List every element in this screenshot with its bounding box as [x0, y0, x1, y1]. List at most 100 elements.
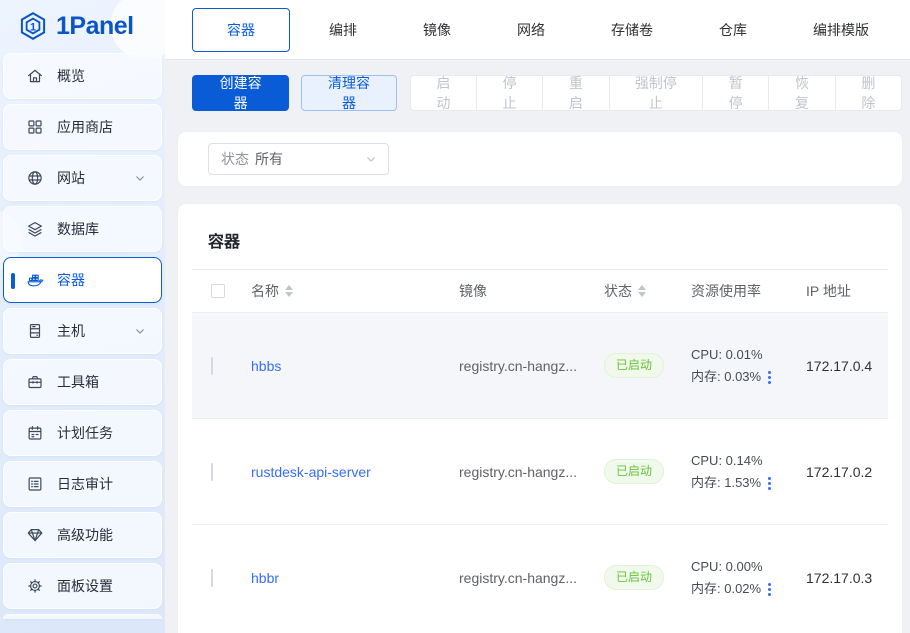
content-area: 创建容器 清理容器 启动 停止 重启 强制停止 暂停 恢复 删除 状态 所有 容… [165, 60, 910, 633]
sidebar-item-toolbox[interactable]: 工具箱 [3, 359, 162, 405]
start-button[interactable]: 启动 [409, 75, 477, 111]
cpu-usage: CPU: 0.00% [691, 558, 763, 574]
cpu-usage: CPU: 0.01% [691, 346, 763, 362]
row-checkbox[interactable] [211, 462, 213, 481]
sort-status-icon[interactable] [638, 285, 646, 297]
container-table-card: 容器 名称 镜像 状态 资源使用率 IP 地址 hbbs registry.cn… [178, 204, 902, 633]
tab-container[interactable]: 容器 [192, 7, 290, 52]
stop-button[interactable]: 停止 [476, 75, 544, 111]
sidebar-item-label: 容器 [57, 272, 85, 288]
chevron-down-icon [364, 152, 378, 166]
gear-icon [26, 577, 44, 595]
brand-logo: 1 1Panel [0, 0, 165, 50]
sidebar: 1 1Panel 概览 应用商店 网站 数据库 容器 主机 工具箱 计划任务 日… [0, 0, 165, 633]
sidebar-item-cron[interactable]: 计划任务 [3, 410, 162, 456]
home-icon [26, 67, 44, 85]
tab-network[interactable]: 网络 [490, 8, 572, 52]
delete-button[interactable]: 删除 [834, 75, 902, 111]
row-checkbox[interactable] [211, 568, 213, 587]
host-icon [26, 322, 44, 340]
sidebar-item-database[interactable]: 数据库 [3, 206, 162, 252]
sidebar-item-pro[interactable]: 高级功能 [3, 512, 162, 558]
table-header-row: 名称 镜像 状态 资源使用率 IP 地址 [192, 270, 888, 312]
log-icon [26, 475, 44, 493]
resource-more-icon[interactable] [768, 481, 772, 485]
table-row: hbbr registry.cn-hangz... 已启动 CPU: 0.00%… [192, 524, 888, 630]
tab-repo[interactable]: 仓库 [692, 8, 774, 52]
column-header-resource: 资源使用率 [691, 283, 761, 299]
calendar-icon [26, 424, 44, 442]
diamond-icon [26, 526, 44, 544]
container-name-link[interactable]: hbbr [251, 570, 279, 586]
select-all-checkbox[interactable] [211, 284, 225, 298]
create-container-button[interactable]: 创建容器 [192, 75, 290, 111]
column-header-image: 镜像 [459, 283, 487, 299]
tab-compose[interactable]: 编排 [302, 8, 384, 52]
sidebar-item-label: 面板设置 [57, 578, 113, 594]
brand-name: 1Panel [56, 11, 134, 40]
sidebar-item-label: 主机 [57, 323, 85, 339]
tab-compose-template[interactable]: 编排模版 [786, 8, 896, 52]
toolbox-icon [26, 373, 44, 391]
resume-button[interactable]: 恢复 [768, 75, 836, 111]
sidebar-item-label: 高级功能 [57, 527, 113, 543]
container-tabbar: 容器 编排 镜像 网络 存储卷 仓库 编排模版 [165, 0, 910, 60]
resource-usage: CPU: 0.00% 内存: 0.02% [691, 556, 806, 600]
status-badge: 已启动 [604, 564, 665, 591]
table-row: rustdesk-api-server registry.cn-hangz...… [192, 418, 888, 524]
sort-name-icon[interactable] [285, 285, 293, 297]
memory-usage: 内存: 0.03% [691, 368, 762, 384]
container-image: registry.cn-hangz... [459, 569, 578, 586]
status-filter-label: 状态 [221, 151, 249, 167]
container-table: 名称 镜像 状态 资源使用率 IP 地址 hbbs registry.cn-ha… [192, 269, 888, 630]
clean-container-button[interactable]: 清理容器 [301, 75, 397, 111]
1panel-logo-icon: 1 [20, 12, 46, 40]
column-header-status: 状态 [604, 283, 632, 299]
sidebar-menu: 概览 应用商店 网站 数据库 容器 主机 工具箱 计划任务 日志审计 高级功能 … [0, 50, 165, 619]
column-header-ip: IP 地址 [806, 283, 851, 299]
force-stop-button[interactable]: 强制停止 [608, 75, 704, 111]
sidebar-item-label: 计划任务 [57, 425, 113, 441]
resource-usage: CPU: 0.14% 内存: 1.53% [691, 450, 806, 494]
resource-more-icon[interactable] [768, 587, 772, 591]
app-window: 1 1Panel 概览 应用商店 网站 数据库 容器 主机 工具箱 计划任务 日… [0, 0, 910, 633]
docker-icon [26, 271, 44, 289]
status-badge: 已启动 [604, 352, 665, 379]
sidebar-item-label: 网站 [57, 170, 85, 186]
resource-usage: CPU: 0.01% 内存: 0.03% [691, 344, 806, 388]
sidebar-item-logs[interactable]: 日志审计 [3, 461, 162, 507]
column-header-name: 名称 [251, 283, 279, 299]
container-name-link[interactable]: hbbs [251, 358, 281, 374]
table-title: 容器 [208, 234, 241, 251]
row-checkbox[interactable] [211, 356, 213, 375]
memory-usage: 内存: 1.53% [691, 474, 762, 490]
container-ip: 172.17.0.2 [806, 463, 873, 480]
restart-button[interactable]: 重启 [542, 75, 610, 111]
sidebar-item-host[interactable]: 主机 [3, 308, 162, 354]
tab-volume[interactable]: 存储卷 [584, 8, 680, 52]
tab-image[interactable]: 镜像 [396, 8, 478, 52]
container-ip: 172.17.0.4 [806, 357, 873, 374]
sidebar-item-overview[interactable]: 概览 [3, 53, 162, 99]
cpu-usage: CPU: 0.14% [691, 452, 763, 468]
resource-more-icon[interactable] [768, 375, 772, 379]
container-name-link[interactable]: rustdesk-api-server [251, 464, 371, 480]
chevron-down-icon [133, 171, 147, 185]
sidebar-item-website[interactable]: 网站 [3, 155, 162, 201]
pause-button[interactable]: 暂停 [702, 75, 770, 111]
container-ip: 172.17.0.3 [806, 569, 873, 586]
sidebar-item-label: 概览 [57, 68, 85, 84]
globe-icon [26, 169, 44, 187]
container-image: registry.cn-hangz... [459, 463, 578, 480]
status-filter-select[interactable]: 状态 所有 [208, 143, 389, 175]
sidebar-item-label: 数据库 [57, 221, 99, 237]
sidebar-item-container[interactable]: 容器 [3, 257, 162, 303]
sidebar-item-app-store[interactable]: 应用商店 [3, 104, 162, 150]
batch-action-group: 启动 停止 重启 强制停止 暂停 恢复 删除 [409, 75, 902, 111]
sidebar-item-label: 日志审计 [57, 476, 113, 492]
main-area: 容器 编排 镜像 网络 存储卷 仓库 编排模版 创建容器 清理容器 启动 停止 … [165, 0, 910, 633]
table-row: hbbs registry.cn-hangz... 已启动 CPU: 0.01%… [192, 312, 888, 418]
sidebar-item-settings[interactable]: 面板设置 [3, 563, 162, 609]
chevron-down-icon [133, 324, 147, 338]
sidebar-item-partial [3, 614, 162, 619]
